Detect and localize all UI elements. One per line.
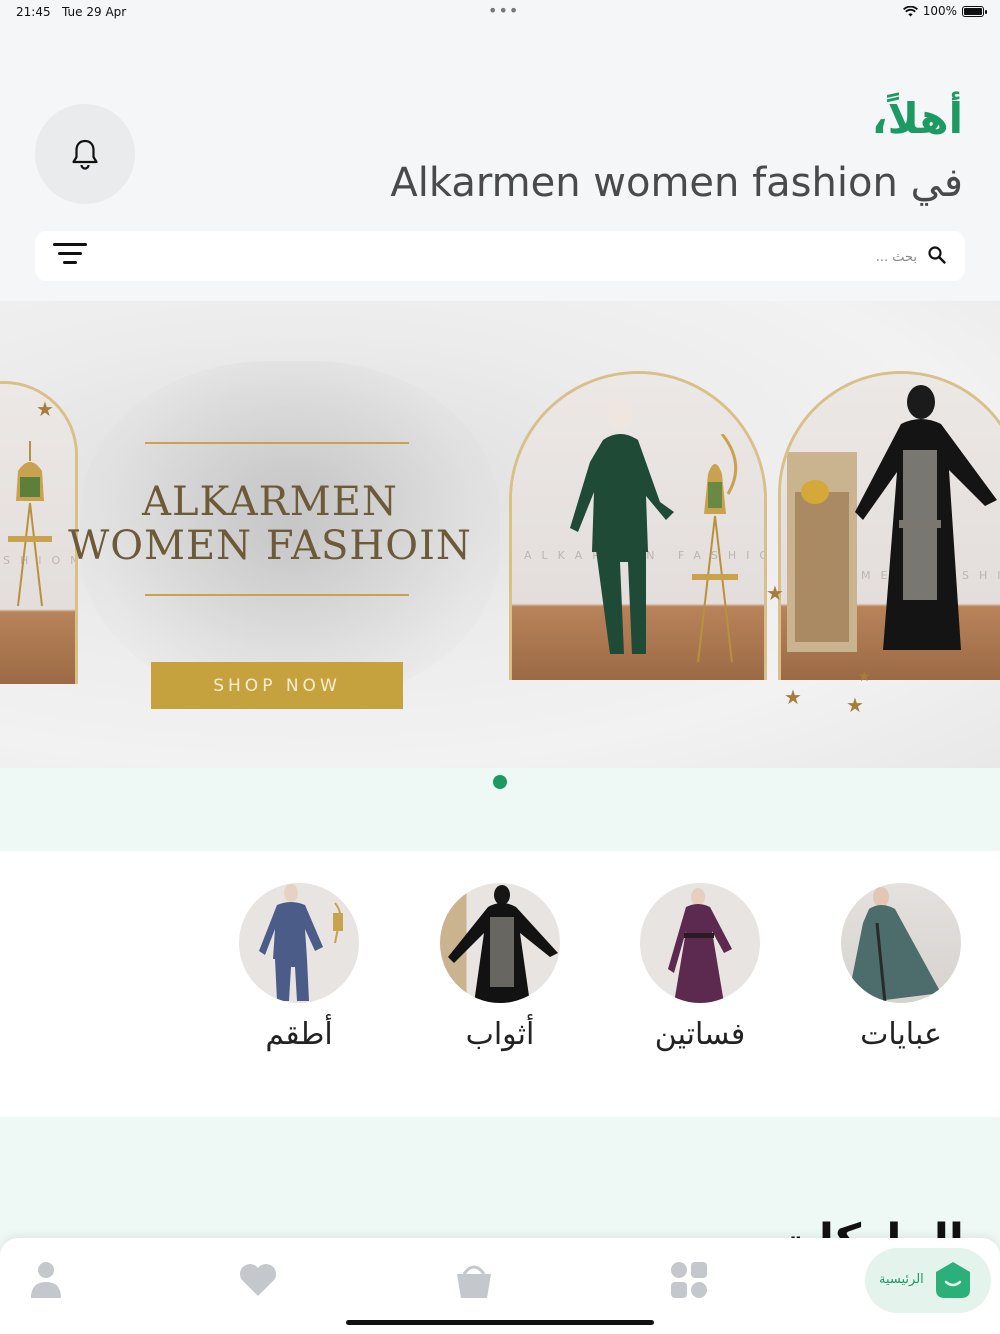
wifi-icon — [902, 5, 918, 16]
dress-photo-icon — [640, 883, 760, 1003]
model-green-outfit — [570, 398, 674, 654]
thobe-photo-icon — [440, 883, 560, 1003]
battery-percent: 100% — [922, 4, 957, 18]
profile-icon — [31, 1262, 61, 1298]
status-time: 21:45 Tue 29 Apr — [16, 5, 127, 19]
bell-icon — [72, 139, 98, 170]
painting-jerusalem — [787, 452, 857, 652]
star-decoration: ★ — [784, 685, 802, 709]
carousel-dot-active[interactable] — [493, 775, 507, 789]
status-bar: 21:45 Tue 29 Apr ••• 100% — [0, 0, 1000, 26]
search-input[interactable] — [215, 243, 919, 271]
categories-section: عبايات فساتين أثواب أطقم — [0, 851, 1000, 1117]
search-icon[interactable] — [927, 245, 947, 265]
model-black-thobe — [855, 385, 997, 650]
nav-favorites[interactable] — [236, 1258, 280, 1302]
category-thobes[interactable]: أثواب — [420, 883, 580, 1052]
star-decoration: ★ — [858, 669, 871, 685]
star-decoration: ★ — [36, 397, 54, 421]
notifications-button[interactable] — [35, 104, 135, 204]
heart-icon — [240, 1264, 276, 1296]
battery-icon — [962, 5, 987, 17]
nav-cart[interactable] — [452, 1258, 496, 1302]
banner-title-line1: ALKARMEN — [142, 479, 398, 525]
category-label: عبايات — [860, 1017, 942, 1052]
multitasking-dots-icon[interactable]: ••• — [488, 1, 519, 20]
abaya-photo-icon — [841, 883, 961, 1003]
category-label: أطقم — [265, 1017, 333, 1052]
banner-divider-bottom — [145, 594, 409, 596]
banner-divider-top — [145, 442, 409, 444]
category-dresses[interactable]: فساتين — [620, 883, 780, 1052]
star-decoration: ★ — [846, 693, 864, 717]
home-indicator — [346, 1320, 654, 1325]
category-sets[interactable]: أطقم — [219, 883, 379, 1052]
filter-icon[interactable] — [53, 243, 87, 269]
nav-home-label: الرئيسية — [879, 1272, 924, 1287]
nav-categories[interactable] — [667, 1258, 711, 1302]
category-abayas[interactable]: عبايات — [821, 883, 981, 1052]
status-date: Tue 29 Apr — [62, 5, 127, 19]
shop-now-button[interactable]: SHOP NOW — [151, 662, 403, 709]
set-photo-icon — [239, 883, 359, 1003]
welcome-subtitle: في Alkarmen women fashion — [390, 160, 963, 206]
nav-home[interactable]: الرئيسية — [865, 1248, 991, 1313]
home-icon — [936, 1262, 970, 1298]
status-right: 100% — [902, 4, 987, 18]
search-bar — [35, 231, 965, 281]
grid-icon — [671, 1262, 707, 1298]
lantern-stand-middle — [692, 434, 738, 663]
category-label: فساتين — [654, 1017, 746, 1052]
banner-arch-middle: ALKARMEN FASHION — [509, 371, 767, 680]
star-decoration: ★ — [766, 581, 784, 605]
category-label: أثواب — [465, 1017, 535, 1052]
welcome-heading: أهلاً، — [871, 94, 963, 143]
banner-title: ALKARMEN WOMEN FASHOIN — [40, 480, 500, 568]
banner-arch-right: MEN FASHI — [778, 371, 1000, 680]
basket-icon — [457, 1265, 491, 1298]
banner-title-line2: WOMEN FASHOIN — [68, 523, 472, 569]
nav-profile[interactable] — [24, 1258, 68, 1302]
